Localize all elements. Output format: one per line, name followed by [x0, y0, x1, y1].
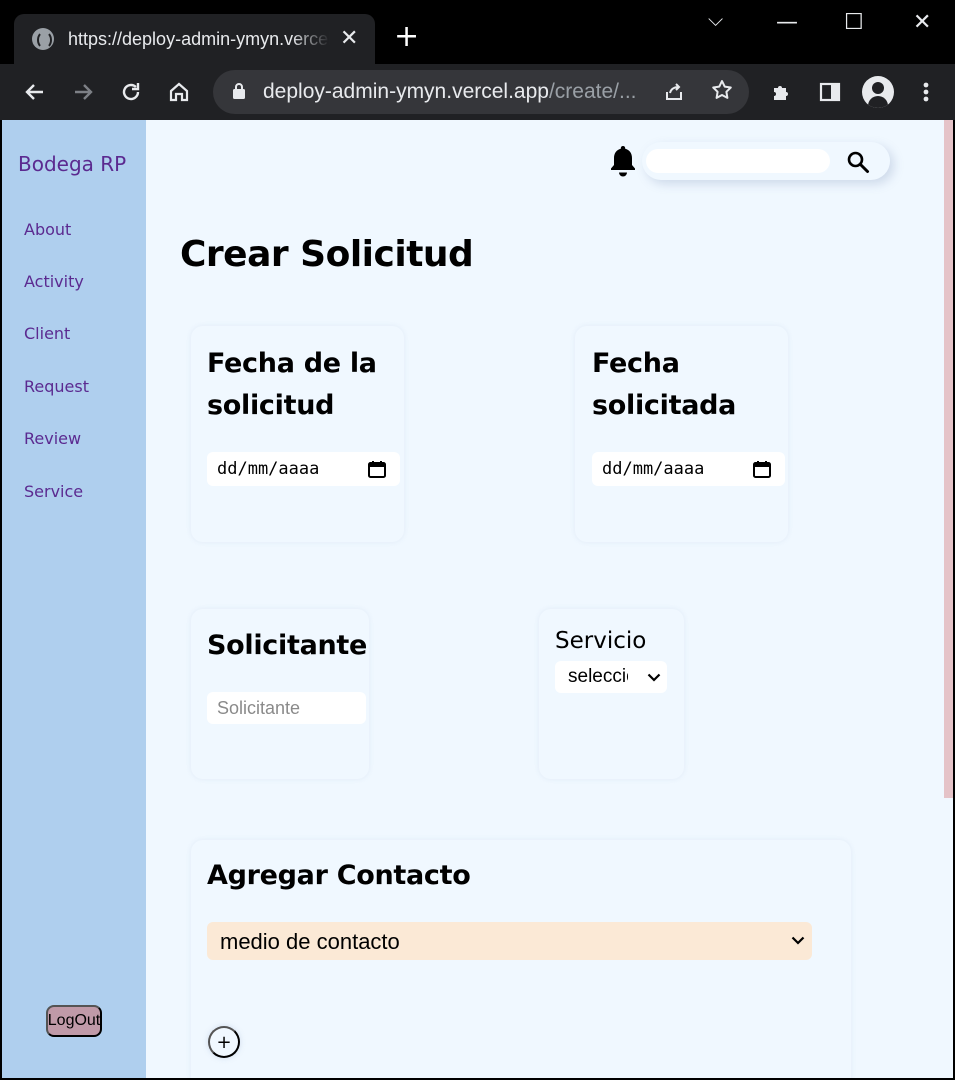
forward-icon[interactable] — [69, 78, 97, 106]
fecha-solicitud-label: Fecha de la solicitud — [207, 348, 377, 421]
side-panel-icon[interactable] — [816, 78, 844, 106]
maximize-icon[interactable]: ☐ — [844, 8, 864, 38]
url-text: deploy-admin-ymyn.vercel.app/create/... — [263, 80, 637, 103]
search-bar — [642, 142, 890, 180]
servicio-select[interactable]: seleccione — [555, 661, 667, 693]
lock-icon — [233, 83, 245, 99]
bookmark-star-icon[interactable] — [710, 78, 734, 108]
sidebar-item-client[interactable]: Client — [24, 324, 70, 343]
brand-logo[interactable]: Bodega RP — [18, 152, 126, 176]
sidebar-item-review[interactable]: Review — [24, 429, 81, 448]
solicitante-label: Solicitante — [207, 630, 368, 661]
sidebar-item-activity[interactable]: Activity — [24, 272, 84, 291]
logout-button[interactable]: LogOut — [46, 1005, 102, 1037]
bell-icon[interactable] — [608, 144, 638, 178]
share-icon[interactable] — [662, 80, 686, 109]
browser-tab[interactable]: https://deploy-admin-ymyn.vercel.app/cre… — [14, 14, 375, 64]
tab-search-icon[interactable]: ⌵ — [708, 4, 723, 34]
medio-contacto-select[interactable]: medio de contacto — [207, 922, 812, 960]
add-contact-button[interactable]: + — [208, 1026, 240, 1058]
search-input[interactable] — [646, 149, 830, 173]
chevron-down-icon — [647, 673, 661, 682]
calendar-icon[interactable] — [753, 460, 771, 478]
sidebar-item-about[interactable]: About — [24, 220, 71, 239]
reload-icon[interactable] — [117, 78, 145, 106]
tab-title: https://deploy-admin-ymyn.vercel.app/cre… — [68, 28, 330, 49]
fecha-solicitud-date-input[interactable]: dd/mm/aaaa — [207, 452, 400, 486]
profile-avatar-icon[interactable] — [862, 76, 894, 108]
address-bar[interactable]: deploy-admin-ymyn.vercel.app/create/... — [213, 70, 749, 114]
globe-icon — [32, 28, 54, 50]
browser-tab-strip: https://deploy-admin-ymyn.vercel.app/cre… — [0, 0, 955, 64]
browser-toolbar: deploy-admin-ymyn.vercel.app/create/... — [0, 64, 955, 120]
search-icon[interactable] — [846, 150, 870, 174]
sidebar: Bodega RP About Activity Client Request … — [2, 120, 146, 1078]
sidebar-item-request[interactable]: Request — [24, 377, 89, 396]
extensions-icon[interactable] — [768, 78, 796, 106]
back-icon[interactable] — [21, 78, 49, 106]
agregar-contacto-label: Agregar Contacto — [207, 860, 471, 891]
minimize-icon[interactable]: — — [776, 8, 798, 38]
page-title: Crear Solicitud — [180, 234, 474, 275]
home-icon[interactable] — [165, 78, 193, 106]
new-tab-button[interactable]: + — [394, 22, 419, 52]
close-window-icon[interactable]: ✕ — [913, 8, 931, 38]
calendar-icon[interactable] — [368, 460, 386, 478]
browser-menu-icon[interactable] — [912, 78, 940, 106]
fecha-solicitada-date-input[interactable]: dd/mm/aaaa — [592, 452, 785, 486]
chevron-down-icon — [791, 936, 805, 945]
app-page: Bodega RP About Activity Client Request … — [2, 120, 953, 1078]
servicio-label: Servicio — [555, 628, 647, 654]
scrollbar-thumb[interactable] — [944, 120, 953, 798]
fecha-solicitada-label: Fecha solicitada — [592, 348, 737, 421]
close-tab-icon[interactable]: ✕ — [340, 28, 358, 50]
solicitante-input[interactable] — [207, 692, 366, 724]
sidebar-item-service[interactable]: Service — [24, 482, 83, 501]
